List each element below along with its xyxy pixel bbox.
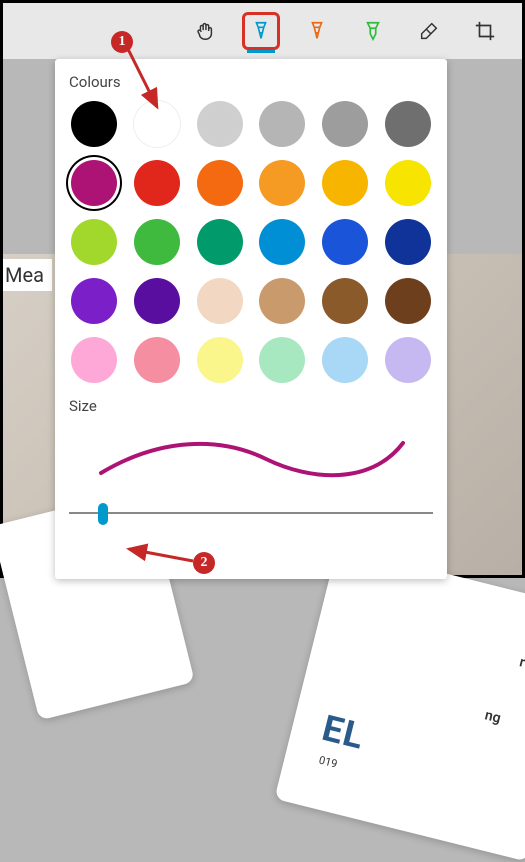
card-text: r [518, 654, 525, 671]
colour-swatch[interactable] [322, 278, 368, 324]
stroke-size-preview [69, 425, 433, 487]
crop-tool[interactable] [466, 12, 504, 50]
page-peek-text: Mea [3, 259, 52, 291]
colour-swatch[interactable] [322, 219, 368, 265]
colour-swatch[interactable] [134, 278, 180, 324]
colour-swatch[interactable] [134, 219, 180, 265]
slider-track-line [69, 512, 433, 514]
highlighter-tool[interactable] [354, 12, 392, 50]
markup-toolbar [3, 3, 522, 59]
pen-tool[interactable] [242, 12, 280, 50]
card-text-big: EL [318, 707, 369, 758]
colour-swatch[interactable] [71, 160, 117, 206]
pen-orange-tool[interactable] [298, 12, 336, 50]
annotation-badge-1: 1 [111, 31, 133, 53]
card-text-small: 019 [318, 754, 339, 771]
colour-swatch[interactable] [385, 337, 431, 383]
colour-swatch[interactable] [322, 337, 368, 383]
colour-swatch[interactable] [197, 219, 243, 265]
colour-swatch[interactable] [259, 337, 305, 383]
colour-swatch[interactable] [197, 278, 243, 324]
pen-options-popup: Colours Size [55, 59, 447, 579]
slider-thumb[interactable] [98, 503, 108, 525]
colour-swatch[interactable] [259, 160, 305, 206]
colour-swatch[interactable] [134, 337, 180, 383]
colour-swatch[interactable] [259, 101, 305, 147]
colour-swatch[interactable] [197, 160, 243, 206]
colour-swatch[interactable] [322, 101, 368, 147]
annotation-badge-2: 2 [193, 552, 215, 574]
colour-swatch[interactable] [197, 337, 243, 383]
card-text: ng [483, 707, 502, 726]
colour-swatch[interactable] [385, 278, 431, 324]
colour-swatch-grid [69, 101, 433, 383]
colour-swatch[interactable] [322, 160, 368, 206]
colour-swatch[interactable] [385, 219, 431, 265]
colour-swatch[interactable] [259, 219, 305, 265]
colour-swatch[interactable] [71, 278, 117, 324]
colour-swatch[interactable] [385, 101, 431, 147]
size-slider[interactable] [69, 505, 433, 521]
colour-swatch[interactable] [71, 337, 117, 383]
colour-swatch[interactable] [71, 219, 117, 265]
colour-swatch[interactable] [385, 160, 431, 206]
colour-swatch[interactable] [71, 101, 117, 147]
colours-heading: Colours [69, 73, 433, 91]
pan-tool[interactable] [186, 12, 224, 50]
size-heading: Size [69, 397, 433, 415]
colour-swatch[interactable] [134, 160, 180, 206]
colour-swatch[interactable] [259, 278, 305, 324]
colour-swatch[interactable] [134, 101, 180, 147]
colour-swatch[interactable] [197, 101, 243, 147]
eraser-tool[interactable] [410, 12, 448, 50]
card-decor-2: r ng EL 019 [274, 546, 525, 861]
